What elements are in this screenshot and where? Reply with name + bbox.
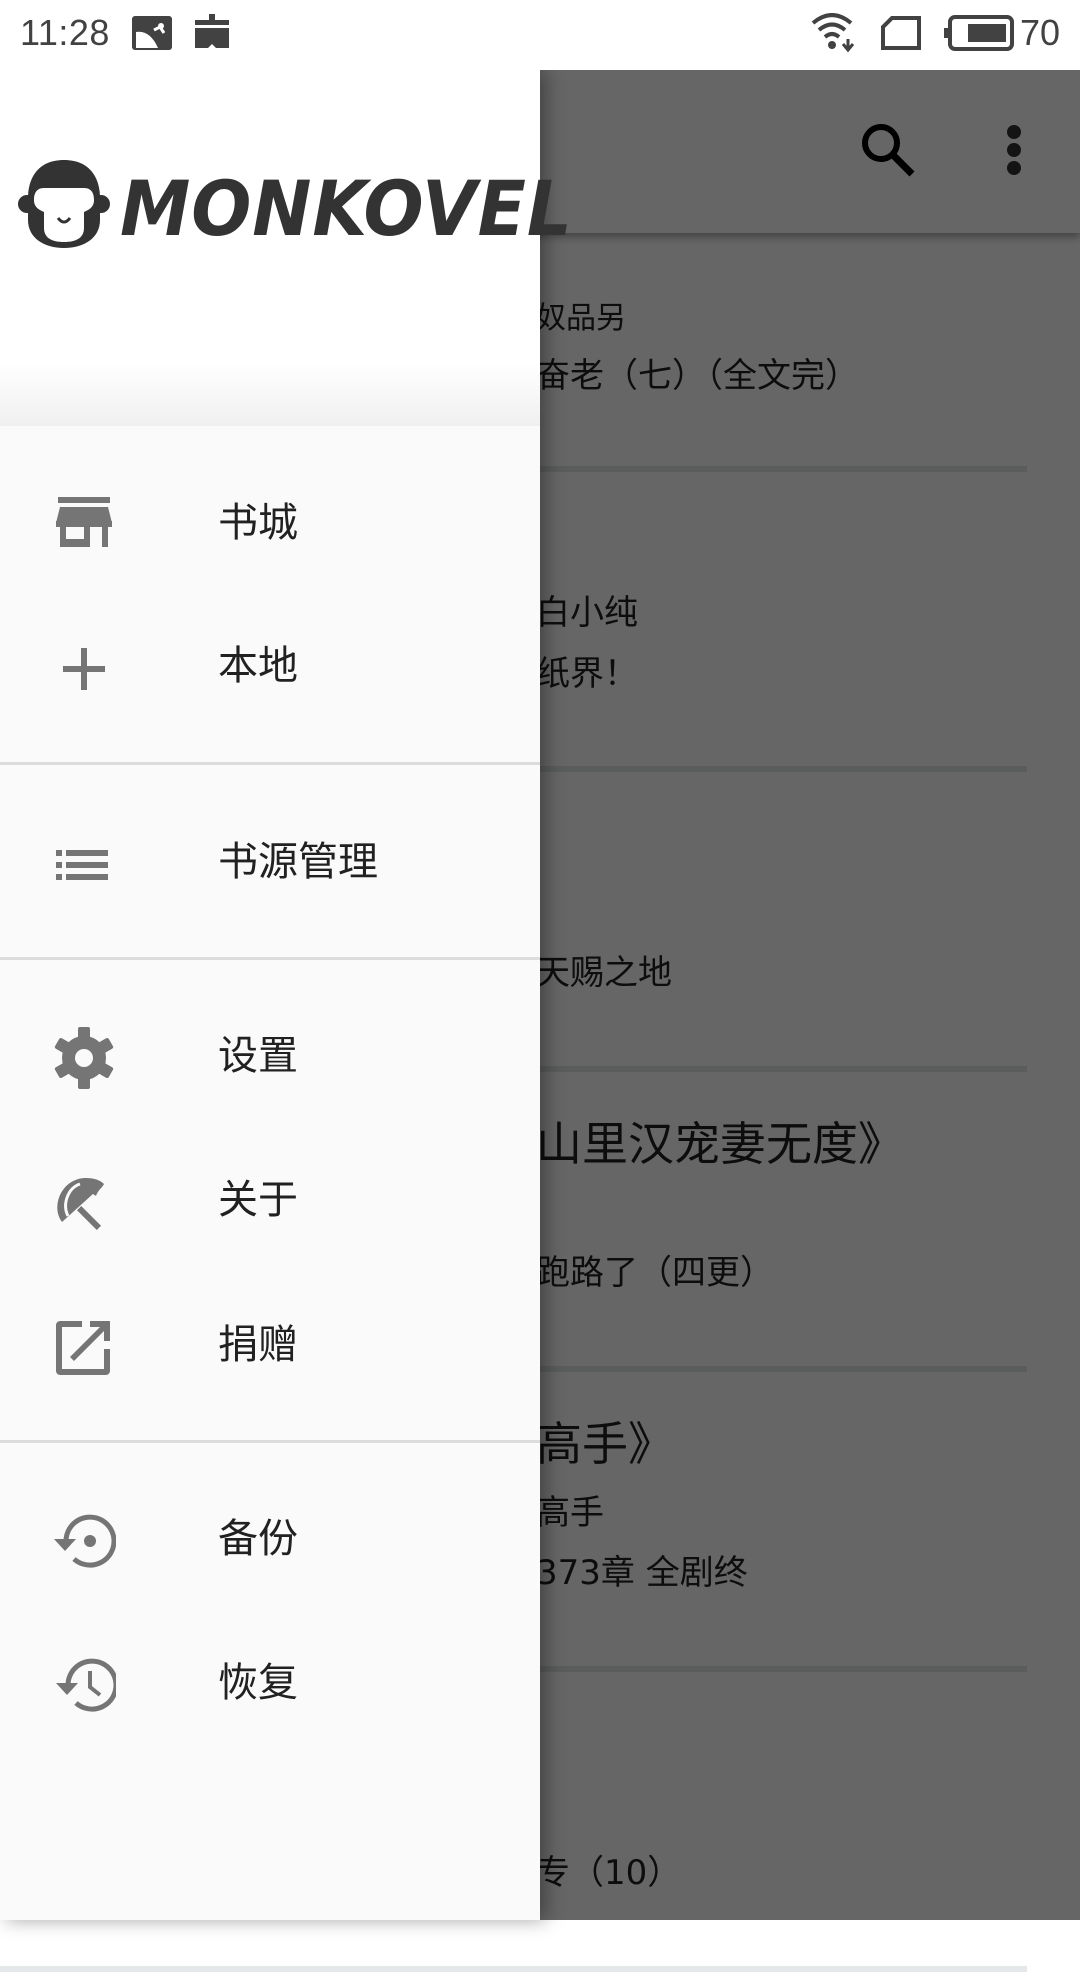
- app-logo-text: MONKOVEL: [120, 164, 573, 253]
- menu-label: 恢复: [218, 1660, 298, 1706]
- store-icon: [52, 493, 116, 557]
- open-external-icon: [52, 1315, 116, 1379]
- list-icon: [52, 832, 116, 896]
- menu-item-bookstore[interactable]: 书城: [0, 451, 540, 595]
- menu-divider: [0, 762, 540, 765]
- menu-item-restore[interactable]: 恢复: [0, 1611, 540, 1755]
- image-notification-icon: [132, 16, 172, 54]
- menu-divider: [0, 1440, 540, 1443]
- add-icon: [52, 636, 116, 700]
- backup-restore-icon: [52, 1509, 117, 1573]
- menu-item-settings[interactable]: 设置: [0, 984, 540, 1128]
- menu-label: 设置: [218, 1033, 298, 1079]
- menu-label: 捐赠: [218, 1322, 298, 1368]
- wifi-download-icon: [810, 13, 858, 57]
- menu-item-backup[interactable]: 备份: [0, 1467, 540, 1611]
- battery-icon: [944, 14, 1016, 56]
- menu-label: 本地: [218, 643, 298, 689]
- menu-label: 关于: [218, 1177, 298, 1223]
- drawer-header: MONKOVEL: [0, 70, 572, 426]
- menu-item-donate[interactable]: 捐赠: [0, 1273, 540, 1417]
- navigation-drawer: MONKOVEL 书城 本地 书源管理 设置 关于 捐赠 备份 恢复: [0, 70, 572, 1920]
- menu-item-about[interactable]: 关于: [0, 1128, 540, 1272]
- menu-label: 书城: [218, 500, 298, 546]
- beach-umbrella-icon: [52, 1170, 116, 1234]
- calendar-notification-icon: [195, 14, 229, 54]
- menu-label: 书源管理: [218, 839, 378, 885]
- menu-item-local[interactable]: 本地: [0, 594, 540, 738]
- status-time: 11:28: [20, 12, 110, 53]
- sim-card-icon: [880, 15, 922, 55]
- menu-divider: [0, 957, 540, 960]
- monkey-logo-icon: [18, 158, 110, 250]
- menu-label: 备份: [218, 1516, 298, 1562]
- menu-item-source-management[interactable]: 书源管理: [0, 790, 540, 934]
- history-icon: [52, 1653, 119, 1717]
- battery-level: 70: [1020, 12, 1061, 53]
- settings-gear-icon: [52, 1026, 116, 1090]
- status-bar: 11:28 70: [0, 0, 1080, 70]
- book-separator: [0, 1966, 1027, 1972]
